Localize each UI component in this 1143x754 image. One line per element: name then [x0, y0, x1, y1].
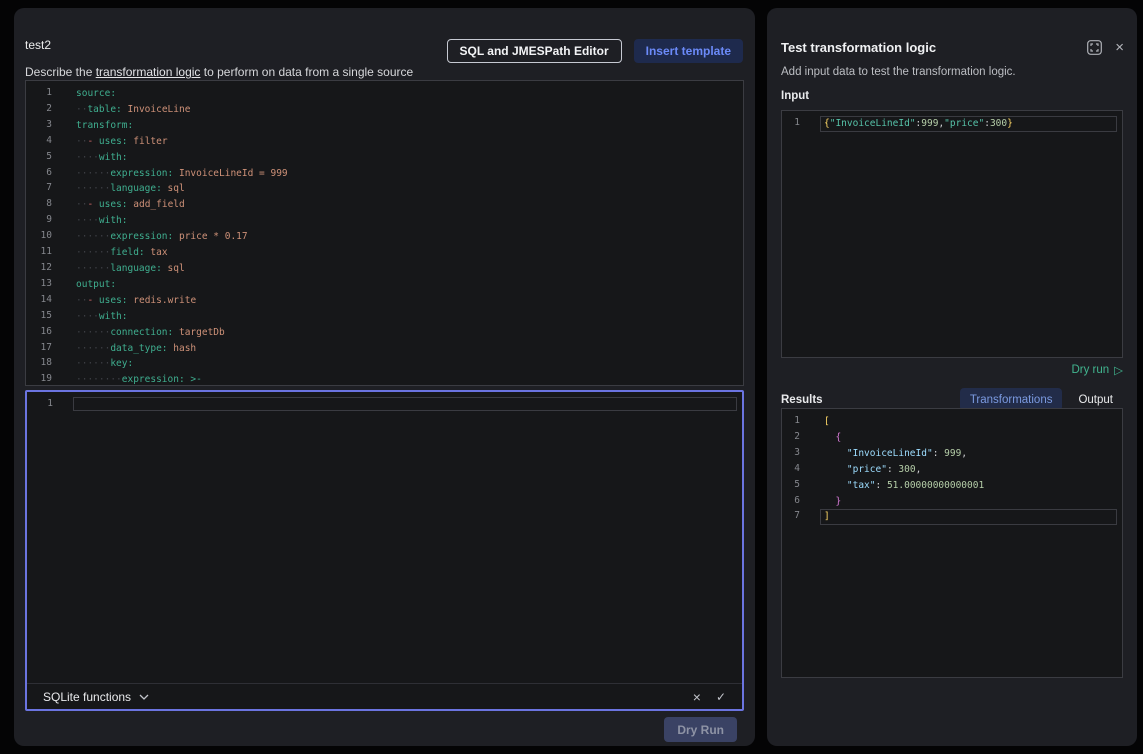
line-number: 7 — [782, 509, 808, 525]
code-line: 16······connection: targetDb — [26, 325, 743, 341]
code-line: 17······data_type: hash — [26, 341, 743, 357]
line-number: 11 — [26, 245, 60, 261]
code-line: 3 "InvoiceLineId": 999, — [782, 446, 1122, 462]
line-number: 1 — [27, 397, 61, 411]
code-line: 19········expression: >- — [26, 372, 743, 386]
line-number: 4 — [26, 134, 60, 150]
functions-editor-actions: × ✓ — [693, 690, 726, 704]
line-number: 4 — [782, 462, 808, 478]
line-number: 10 — [26, 229, 60, 245]
results-editor[interactable]: 1[2 {3 "InvoiceLineId": 999,4 "price": 3… — [781, 408, 1123, 678]
code-line: 5····with: — [26, 150, 743, 166]
line-number: 2 — [782, 430, 808, 446]
results-label: Results — [781, 394, 823, 406]
test-transformation-panel: Test transformation logic × Add input da… — [767, 8, 1137, 746]
code-line: 1source: — [26, 86, 743, 102]
code-line: 11······field: tax — [26, 245, 743, 261]
code-line: 1 — [27, 397, 742, 411]
code-line: 9····with: — [26, 213, 743, 229]
line-number: 6 — [782, 494, 808, 510]
line-number: 5 — [26, 150, 60, 166]
description-prefix: Describe the — [25, 65, 96, 79]
code-line: 6 } — [782, 494, 1122, 510]
panel-header-icons: × — [1087, 39, 1124, 56]
code-line: 7······language: sql — [26, 181, 743, 197]
code-line: 18······key: — [26, 356, 743, 372]
transformation-logic-link[interactable]: transformation logic — [96, 65, 201, 79]
line-number: 13 — [26, 277, 60, 293]
line-number: 8 — [26, 197, 60, 213]
panel-title: Test transformation logic — [781, 40, 936, 55]
line-number: 18 — [26, 356, 60, 372]
line-number: 17 — [26, 341, 60, 357]
line-number: 16 — [26, 325, 60, 341]
code-line: 4··- uses: filter — [26, 134, 743, 150]
input-label: Input — [781, 90, 809, 102]
line-number: 1 — [782, 414, 808, 430]
line-number: 7 — [26, 181, 60, 197]
code-line: 13output: — [26, 277, 743, 293]
code-line: 1[ — [782, 414, 1122, 430]
dry-run-link[interactable]: Dry run ▷ — [1071, 363, 1123, 377]
line-number: 15 — [26, 309, 60, 325]
panel-subtitle: Add input data to test the transformatio… — [781, 66, 1016, 78]
close-icon[interactable]: × — [1115, 39, 1124, 56]
code-line: 10······expression: price * 0.17 — [26, 229, 743, 245]
chevron-down-icon — [139, 694, 149, 700]
code-line: 4 "price": 300, — [782, 462, 1122, 478]
sql-jmespath-editor-button[interactable]: SQL and JMESPath Editor — [447, 39, 622, 63]
dry-run-button[interactable]: Dry Run — [664, 717, 737, 742]
play-icon: ▷ — [1114, 363, 1123, 377]
dry-run-link-label: Dry run — [1071, 364, 1109, 376]
header-buttons: SQL and JMESPath Editor Insert template — [447, 39, 744, 63]
expand-fullscreen-icon[interactable] — [1087, 40, 1102, 55]
code-line: 14··- uses: redis.write — [26, 293, 743, 309]
code-line: 1{"InvoiceLineId":999,"price":300} — [782, 116, 1122, 132]
line-number: 9 — [26, 213, 60, 229]
code-line: 7] — [782, 509, 1122, 525]
input-data-editor[interactable]: 1{"InvoiceLineId":999,"price":300} — [781, 110, 1123, 358]
line-number: 2 — [26, 102, 60, 118]
description-suffix: to perform on data from a single source — [200, 65, 413, 79]
line-number: 3 — [26, 118, 60, 134]
line-number: 12 — [26, 261, 60, 277]
line-number: 1 — [26, 86, 60, 102]
functions-editor-footer: SQLite functions × ✓ — [27, 683, 742, 709]
cancel-icon[interactable]: × — [693, 690, 701, 704]
code-line: 3transform: — [26, 118, 743, 134]
sql-functions-editor[interactable]: 1 SQLite functions × ✓ — [25, 390, 744, 711]
line-number: 6 — [26, 166, 60, 182]
job-title: test2 — [25, 38, 51, 52]
line-number: 1 — [782, 116, 808, 132]
code-line: 12······language: sql — [26, 261, 743, 277]
yaml-transformation-editor[interactable]: 1source:2··table: InvoiceLine3transform:… — [25, 80, 744, 386]
sql-functions-code-area[interactable]: 1 — [27, 397, 742, 411]
code-line: 2 { — [782, 430, 1122, 446]
line-number: 19 — [26, 372, 60, 386]
code-line: 15····with: — [26, 309, 743, 325]
code-line: 6······expression: InvoiceLineId = 999 — [26, 166, 743, 182]
code-line: 8··- uses: add_field — [26, 197, 743, 213]
code-line: 2··table: InvoiceLine — [26, 102, 743, 118]
insert-template-button[interactable]: Insert template — [634, 39, 743, 63]
confirm-icon[interactable]: ✓ — [716, 691, 726, 703]
job-editor-panel: test2 SQL and JMESPath Editor Insert tem… — [14, 8, 755, 746]
code-line: 5 "tax": 51.00000000000001 — [782, 478, 1122, 494]
line-number: 3 — [782, 446, 808, 462]
line-number: 14 — [26, 293, 60, 309]
line-number: 5 — [782, 478, 808, 494]
job-description: Describe the transformation logic to per… — [25, 65, 413, 79]
sqlite-functions-label: SQLite functions — [43, 690, 131, 704]
sqlite-functions-dropdown[interactable]: SQLite functions — [43, 690, 149, 704]
